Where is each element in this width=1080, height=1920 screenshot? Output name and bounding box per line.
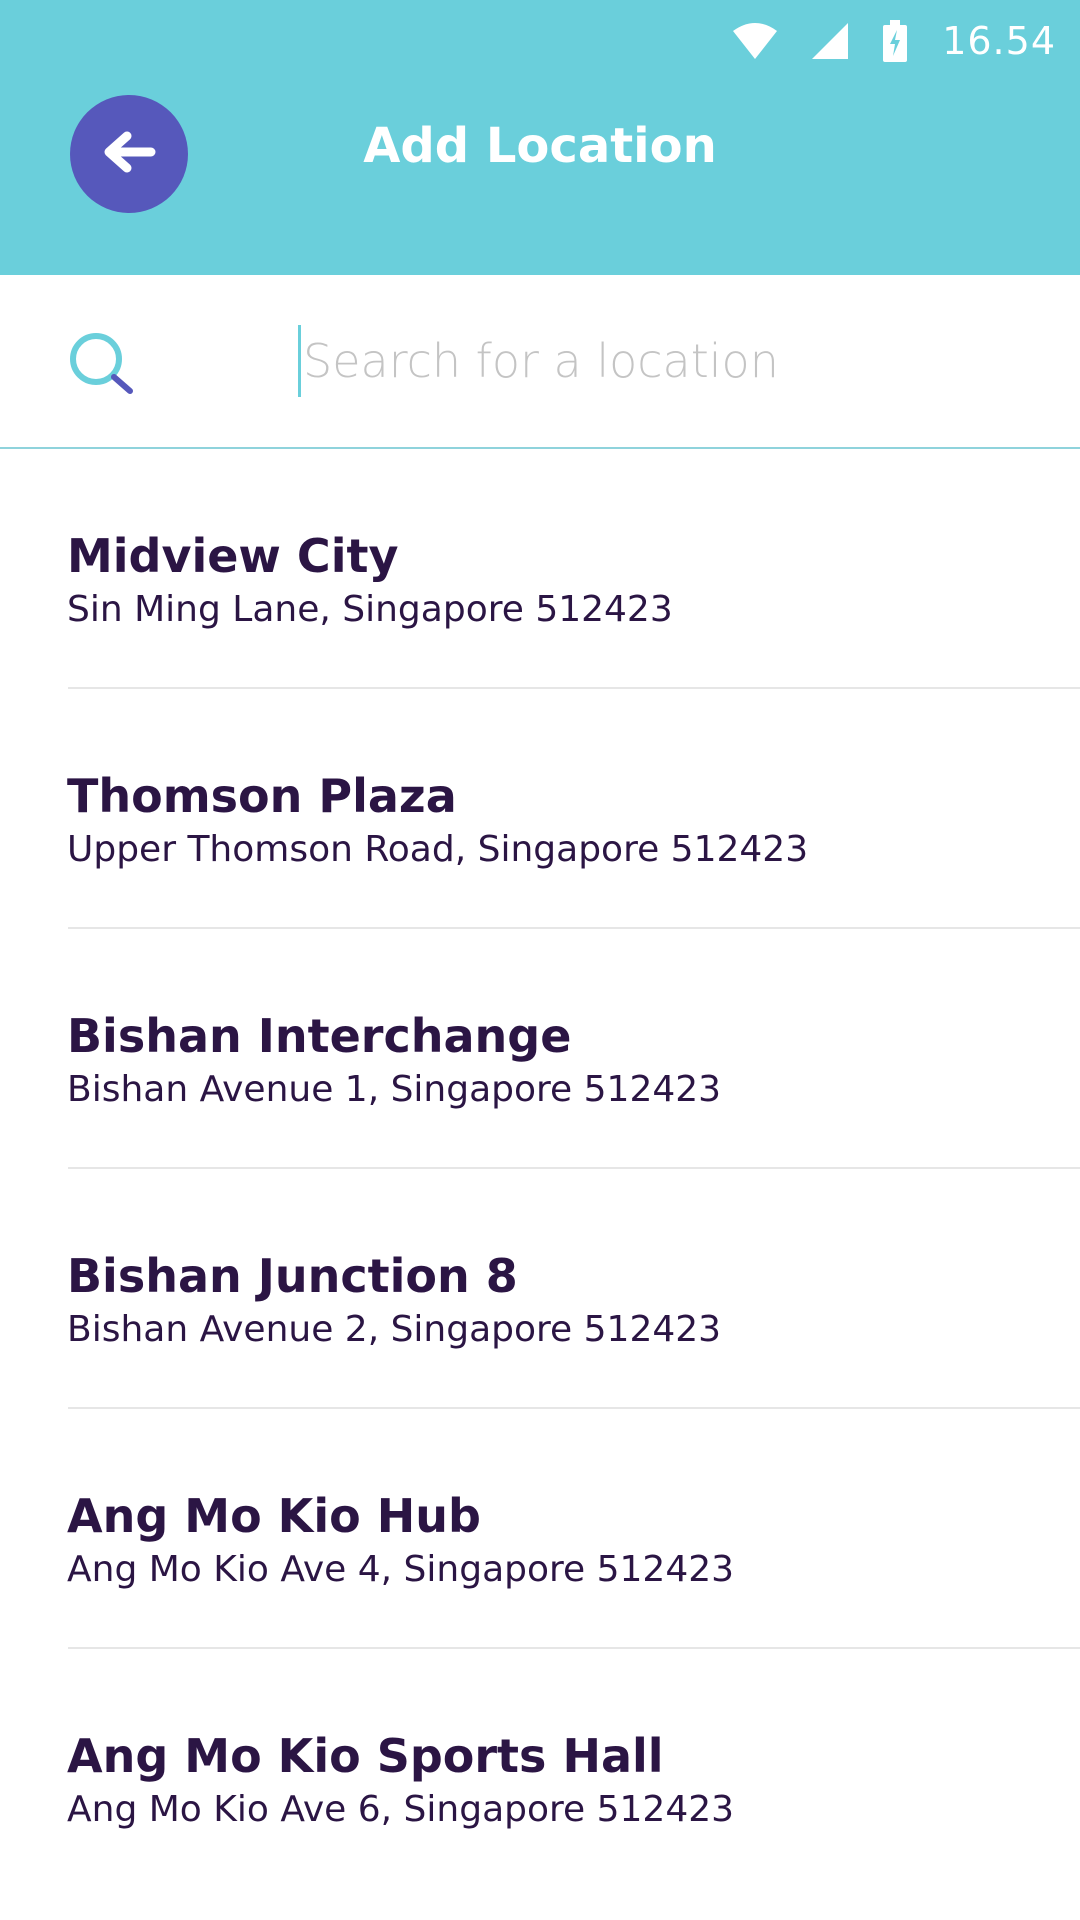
list-item[interactable]: Ang Mo Kio Sports Hall Ang Mo Kio Ave 6,… xyxy=(0,1649,1080,1889)
location-address: Sin Ming Lane, Singapore 512423 xyxy=(67,589,673,630)
wifi-icon xyxy=(732,21,778,61)
list-item[interactable]: Midview City Sin Ming Lane, Singapore 51… xyxy=(0,449,1080,689)
location-name: Ang Mo Kio Sports Hall xyxy=(67,1729,664,1783)
list-item[interactable]: Ang Mo Kio Hub Ang Mo Kio Ave 4, Singapo… xyxy=(0,1409,1080,1649)
app-header: 16.54 Add Location xyxy=(0,0,1080,275)
location-name: Bishan Interchange xyxy=(67,1009,572,1063)
search-bar xyxy=(0,275,1080,449)
list-item[interactable]: Bishan Junction 8 Bishan Avenue 2, Singa… xyxy=(0,1169,1080,1409)
search-input[interactable] xyxy=(298,325,1043,397)
location-name: Ang Mo Kio Hub xyxy=(67,1489,481,1543)
location-name: Midview City xyxy=(67,529,399,583)
status-bar: 16.54 xyxy=(732,14,1056,68)
location-list: Midview City Sin Ming Lane, Singapore 51… xyxy=(0,449,1080,1889)
location-address: Ang Mo Kio Ave 4, Singapore 512423 xyxy=(67,1549,735,1590)
location-address: Upper Thomson Road, Singapore 512423 xyxy=(67,829,809,870)
cellular-signal-icon xyxy=(812,23,849,59)
list-item[interactable]: Thomson Plaza Upper Thomson Road, Singap… xyxy=(0,689,1080,929)
location-address: Bishan Avenue 1, Singapore 512423 xyxy=(67,1069,722,1110)
add-location-screen: 16.54 Add Location Midview City Sin Ming… xyxy=(0,0,1080,1920)
location-address: Bishan Avenue 2, Singapore 512423 xyxy=(67,1309,722,1350)
page-title: Add Location xyxy=(363,118,717,174)
location-name: Thomson Plaza xyxy=(67,769,457,823)
location-address: Ang Mo Kio Ave 6, Singapore 512423 xyxy=(67,1789,735,1830)
location-name: Bishan Junction 8 xyxy=(67,1249,518,1303)
status-time: 16.54 xyxy=(942,19,1056,63)
list-item[interactable]: Bishan Interchange Bishan Avenue 1, Sing… xyxy=(0,929,1080,1169)
search-icon xyxy=(66,329,138,401)
battery-charging-icon xyxy=(882,20,908,62)
